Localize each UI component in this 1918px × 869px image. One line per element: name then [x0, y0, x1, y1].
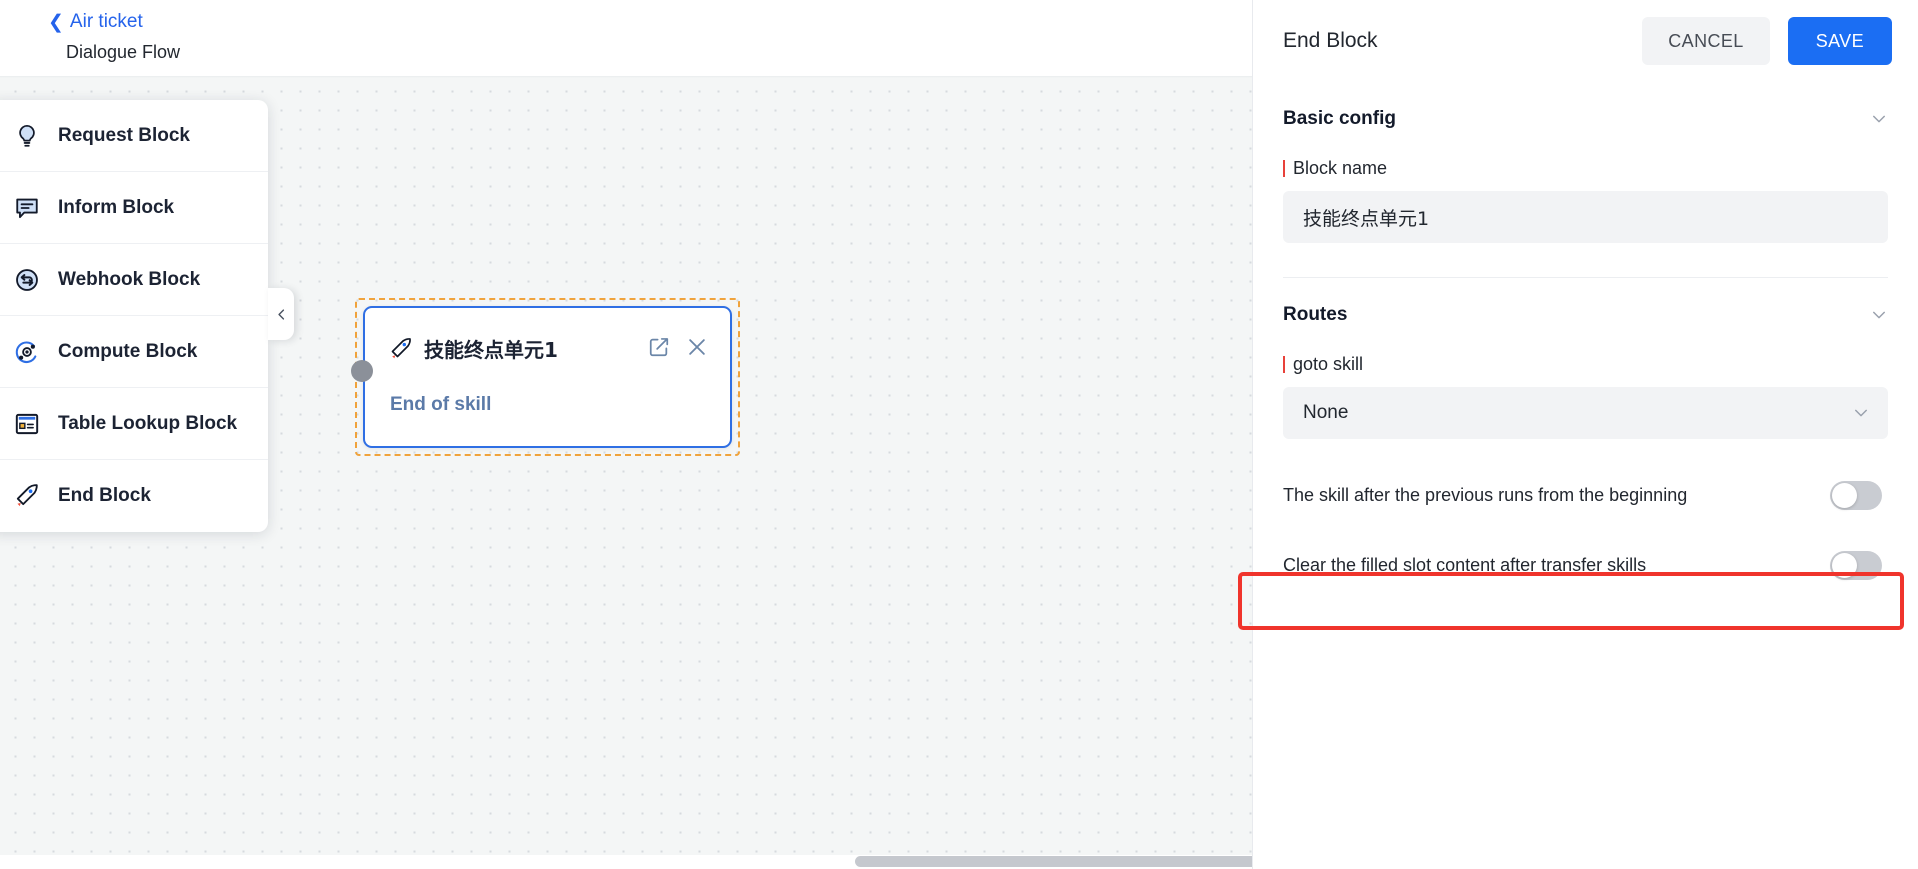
close-x-icon[interactable] [686, 336, 708, 358]
flow-node-card[interactable]: 技能终点单元1 End of skill [351, 306, 732, 448]
field-goto-skill: goto skill None [1283, 354, 1888, 439]
palette-item-compute-block[interactable]: Compute Block [0, 316, 268, 388]
canvas-hscrollbar-thumb[interactable] [855, 856, 1252, 867]
label-text: goto skill [1293, 354, 1364, 374]
node-action-group [648, 336, 708, 358]
toggle-row-clear-slots[interactable]: Clear the filled slot content after tran… [1283, 535, 1888, 595]
palette-item-table-lookup-block[interactable]: Table Lookup Block [0, 388, 268, 460]
chevron-down-icon [1855, 409, 1867, 417]
rocket-icon [14, 483, 40, 509]
palette-item-webhook-block[interactable]: Webhook Block [0, 244, 268, 316]
breadcrumb-back-link[interactable]: ❮ Air ticket [48, 11, 143, 33]
canvas-hscrollbar[interactable] [0, 855, 1252, 869]
edit-square-icon[interactable] [648, 336, 670, 358]
toggle-label: The skill after the previous runs from t… [1283, 484, 1688, 505]
field-block-name: Block name 技能终点单元1 [1283, 158, 1888, 243]
toggle-row-restart-skill[interactable]: The skill after the previous runs from t… [1283, 465, 1888, 525]
required-marker [1283, 160, 1285, 177]
chevron-down-icon[interactable] [1870, 306, 1888, 324]
table-window-icon [14, 411, 40, 437]
palette-item-request-block[interactable]: Request Block [0, 100, 268, 172]
toggle-knob [1832, 552, 1857, 578]
palette-item-label: End Block [58, 485, 151, 506]
section-routes[interactable]: Routes [1283, 278, 1888, 326]
app-root: 技能终点单元1 End of skill ❮ Air ticket Dialog… [0, 0, 1918, 869]
panel-header: End Block CANCEL SAVE [1253, 0, 1918, 82]
page-title: Dialogue Flow [66, 42, 181, 62]
palette-item-label: Request Block [58, 124, 190, 146]
rocket-icon [389, 337, 413, 361]
chevron-down-icon[interactable] [1870, 110, 1888, 128]
breadcrumb-back-label: Air ticket [69, 11, 143, 32]
node-title: 技能终点单元1 [424, 338, 558, 362]
end-block-config-panel: End Block CANCEL SAVE Basic config Block… [1252, 0, 1918, 869]
chevron-left-icon [277, 308, 284, 320]
toggle-label: Clear the filled slot content after tran… [1283, 554, 1647, 575]
save-button[interactable]: SAVE [1787, 17, 1892, 65]
goto-skill-select[interactable]: None [1283, 387, 1888, 439]
breadcrumb: ❮ Air ticket Dialogue Flow [0, 0, 1252, 76]
clear-slots-toggle[interactable] [1830, 550, 1882, 580]
palette-collapse-button[interactable] [268, 288, 294, 340]
block-name-input[interactable]: 技能终点单元1 [1283, 191, 1888, 243]
required-marker [1283, 356, 1285, 373]
node-connector-handle[interactable] [351, 360, 373, 382]
palette-item-label: Table Lookup Block [58, 412, 238, 434]
field-label-goto-skill: goto skill [1283, 354, 1888, 375]
field-label-block-name: Block name [1283, 158, 1888, 179]
node-description: End of skill [390, 394, 492, 415]
label-text: Block name [1293, 158, 1388, 178]
restart-skill-toggle[interactable] [1830, 480, 1882, 510]
goto-skill-value: None [1303, 402, 1349, 423]
panel-title: End Block [1283, 29, 1378, 52]
palette-item-label: Webhook Block [58, 268, 201, 290]
lightbulb-icon [14, 123, 40, 149]
toggle-knob [1832, 482, 1857, 508]
palette-item-end-block[interactable]: End Block [0, 460, 268, 532]
panel-body: Basic config Block name 技能终点单元1 Routes g… [1253, 82, 1918, 595]
atom-compute-icon [14, 339, 40, 365]
webhook-globe-icon [14, 267, 40, 293]
flow-node-selected[interactable]: 技能终点单元1 End of skill [351, 298, 740, 456]
chevron-left-icon: ❮ [48, 11, 64, 33]
cancel-button[interactable]: CANCEL [1642, 17, 1770, 65]
section-basic-config[interactable]: Basic config [1283, 82, 1888, 130]
palette-item-label: Compute Block [58, 340, 198, 362]
block-palette: Request Block Inform Block Webhook Block… [0, 100, 268, 532]
palette-item-inform-block[interactable]: Inform Block [0, 172, 268, 244]
palette-item-label: Inform Block [58, 196, 175, 218]
speech-bubble-icon [14, 195, 40, 221]
canvas-top-shadow [0, 76, 1252, 78]
section-title: Routes [1283, 304, 1348, 325]
section-title: Basic config [1283, 108, 1396, 129]
